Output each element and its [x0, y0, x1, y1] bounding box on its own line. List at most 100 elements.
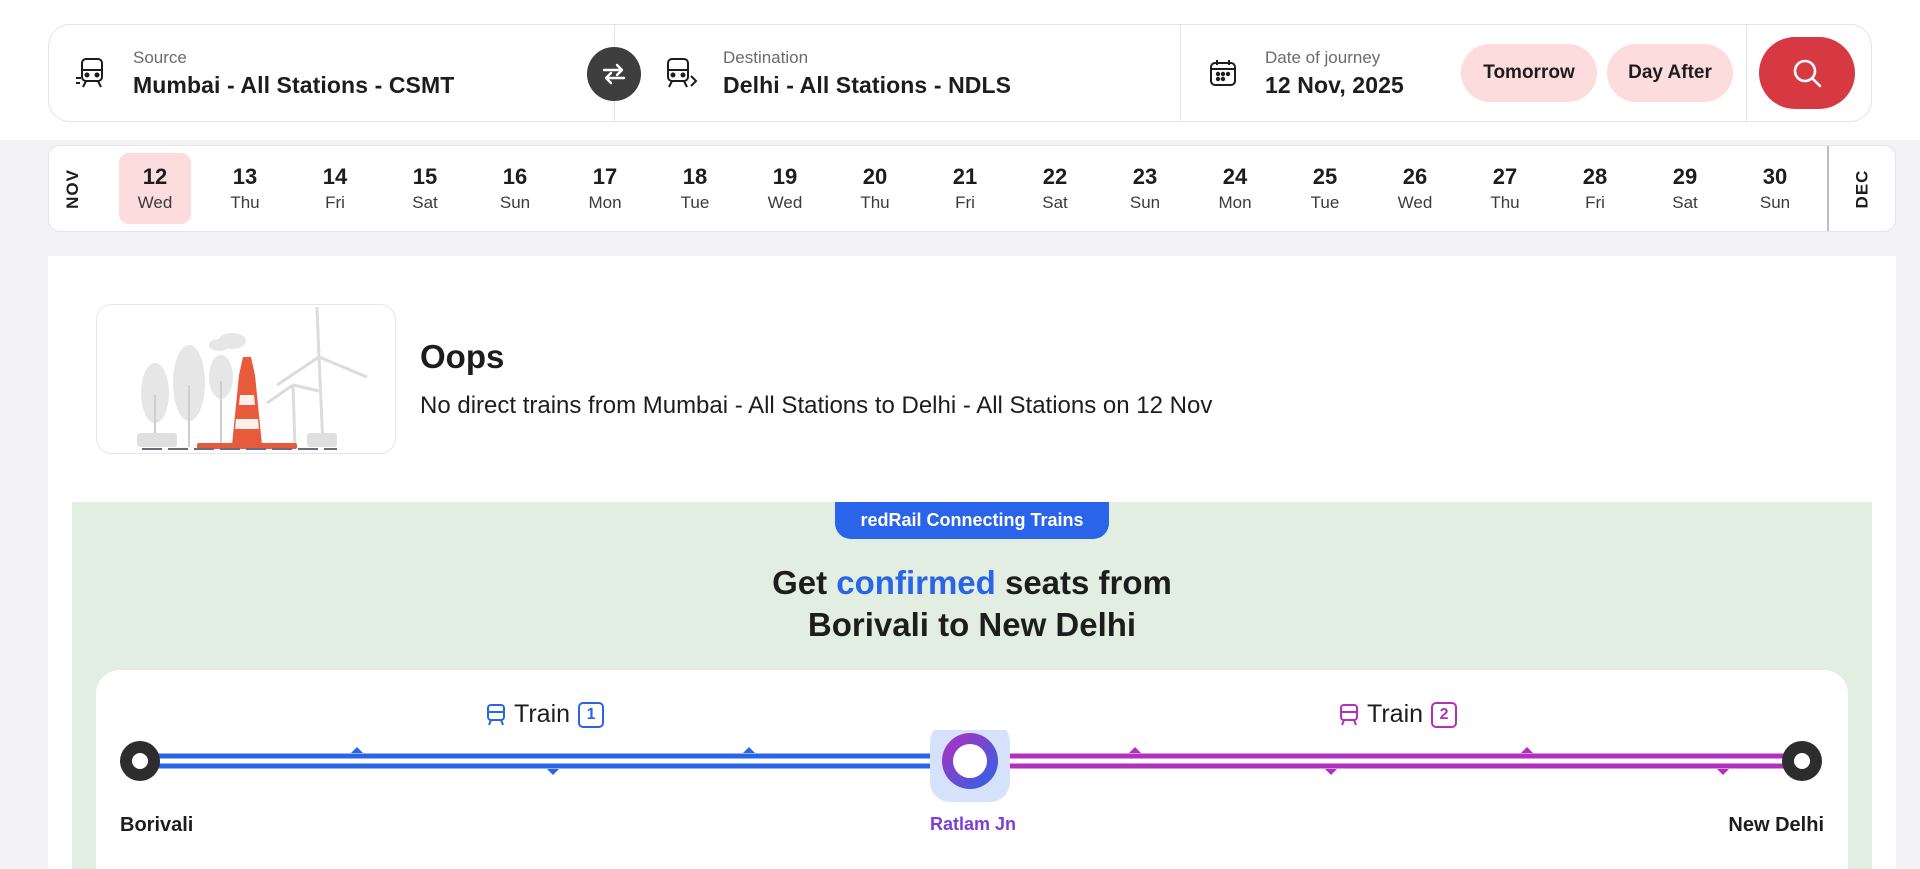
date-strip: NOV 12 Wed 13 Thu 14 Fri 15 Sat 16 Sun 17 Mon 18 Tue 1… — [48, 145, 1896, 232]
title-highlight: confirmed — [836, 564, 996, 601]
swap-button[interactable] — [587, 47, 641, 101]
date-chip[interactable]: 28 Fri — [1559, 153, 1631, 224]
no-trains-illustration — [96, 304, 396, 454]
date-chip[interactable]: 24 Mon — [1199, 153, 1271, 224]
destination-label: Destination — [723, 47, 809, 67]
date-weekday: Sat — [412, 193, 438, 212]
date-chip[interactable]: 26 Wed — [1379, 153, 1451, 224]
date-chip[interactable]: 25 Tue — [1289, 153, 1361, 224]
train-arrive-icon — [663, 55, 699, 91]
date-weekday: Tue — [680, 193, 710, 212]
month-label-start: NOV — [63, 168, 82, 209]
date-number: 12 — [142, 164, 168, 189]
tomorrow-button[interactable]: Tomorrow — [1461, 44, 1597, 102]
connecting-badge: redRail Connecting Trains — [835, 502, 1109, 539]
month-label-end[interactable]: DEC — [1827, 146, 1895, 231]
date-chip[interactable]: 29 Sat — [1649, 153, 1721, 224]
train-icon — [487, 703, 505, 725]
date-number: 29 — [1672, 164, 1698, 189]
route-card[interactable]: Train 1 Train 2 Borivali Ratlam Jn New D… — [96, 670, 1848, 869]
source-field[interactable]: Source Mumbai - All Stations - CSMT — [49, 25, 615, 121]
search-button[interactable] — [1759, 37, 1855, 109]
station-end: New Delhi — [1728, 814, 1824, 836]
date-chip[interactable]: 12 Wed — [119, 153, 191, 224]
train-1-label: Train 1 — [486, 700, 605, 729]
date-label: Date of journey — [1265, 47, 1381, 67]
notice-title: Oops — [420, 338, 505, 375]
date-chip[interactable]: 18 Tue — [659, 153, 731, 224]
train-2-number: 2 — [1431, 701, 1458, 728]
date-weekday: Wed — [767, 193, 803, 212]
date-weekday: Fri — [325, 193, 345, 212]
date-number: 18 — [682, 164, 708, 189]
date-chip[interactable]: 22 Sat — [1019, 153, 1091, 224]
date-weekday: Mon — [1218, 193, 1252, 212]
date-weekday: Wed — [1397, 193, 1433, 212]
day-after-button[interactable]: Day After — [1607, 44, 1733, 102]
date-number: 15 — [412, 164, 438, 189]
date-number: 25 — [1312, 164, 1338, 189]
route-summary: Borivali to New Delhi — [807, 606, 1137, 643]
date-chip[interactable]: 23 Sun — [1109, 153, 1181, 224]
date-number: 20 — [862, 164, 888, 189]
date-chip[interactable]: 14 Fri — [299, 153, 371, 224]
date-number: 13 — [232, 164, 258, 189]
date-number: 21 — [952, 164, 978, 189]
date-weekday: Tue — [1310, 193, 1340, 212]
source-value: Mumbai - All Stations - CSMT — [133, 71, 455, 98]
date-number: 22 — [1042, 164, 1068, 189]
results-panel: Oops No direct trains from Mumbai - All … — [48, 256, 1896, 869]
date-chip[interactable]: 17 Mon — [569, 153, 641, 224]
date-weekday: Sun — [499, 193, 531, 212]
date-weekday: Mon — [588, 193, 622, 212]
date-number: 14 — [322, 164, 348, 189]
date-chip[interactable]: 16 Sun — [479, 153, 551, 224]
date-number: 26 — [1402, 164, 1428, 189]
date-chip[interactable]: 30 Sun — [1739, 153, 1811, 224]
destination-field[interactable]: Destination Delhi - All Stations - NDLS — [587, 25, 1181, 121]
date-chip[interactable]: 21 Fri — [929, 153, 1001, 224]
swap-arrows-icon — [602, 63, 626, 85]
date-weekday: Sat — [1042, 193, 1068, 212]
connecting-title: Get confirmed seats from Borivali to New… — [772, 564, 1172, 643]
date-field[interactable]: Date of journey 12 Nov, 2025 Tomorrow Da… — [1181, 25, 1747, 121]
date-weekday: Thu — [1490, 193, 1520, 212]
date-number: 16 — [502, 164, 528, 189]
calendar-icon — [1205, 55, 1241, 91]
destination-value: Delhi - All Stations - NDLS — [723, 71, 1012, 98]
date-value: 12 Nov, 2025 — [1265, 71, 1404, 98]
date-chip[interactable]: 27 Thu — [1469, 153, 1541, 224]
date-weekday: Sun — [1759, 193, 1791, 212]
date-chip[interactable]: 13 Thu — [209, 153, 281, 224]
date-number: 24 — [1222, 164, 1248, 189]
date-chip[interactable]: 20 Thu — [839, 153, 911, 224]
route-line — [120, 730, 1822, 802]
station-junction: Ratlam Jn — [930, 814, 1017, 834]
notice-message: No direct trains from Mumbai - All Stati… — [420, 392, 1213, 419]
date-number: 27 — [1492, 164, 1518, 189]
train-depart-icon — [73, 55, 109, 91]
station-start: Borivali — [120, 814, 194, 836]
train-icon — [1340, 703, 1358, 725]
date-weekday: Wed — [137, 193, 173, 212]
date-number: 23 — [1132, 164, 1158, 189]
train-2-label: Train 2 — [1339, 700, 1458, 729]
search-icon — [1793, 59, 1822, 88]
date-number: 17 — [592, 164, 618, 189]
date-chip[interactable]: 15 Sat — [389, 153, 461, 224]
source-label: Source — [133, 47, 187, 67]
date-weekday: Thu — [860, 193, 890, 212]
date-weekday: Sat — [1672, 193, 1698, 212]
search-bar: Source Mumbai - All Stations - CSMT Dest… — [48, 24, 1872, 122]
date-number: 28 — [1582, 164, 1608, 189]
date-number: 30 — [1762, 164, 1788, 189]
train-1-number: 1 — [578, 701, 605, 728]
date-weekday: Fri — [955, 193, 975, 212]
date-weekday: Sun — [1129, 193, 1161, 212]
date-weekday: Thu — [230, 193, 260, 212]
connecting-trains-section: redRail Connecting Trains Get confirmed … — [72, 502, 1872, 869]
quick-date-chips: Tomorrow Day After — [1461, 44, 1733, 102]
date-weekday: Fri — [1585, 193, 1605, 212]
date-chip[interactable]: 19 Wed — [749, 153, 821, 224]
date-number: 19 — [772, 164, 798, 189]
